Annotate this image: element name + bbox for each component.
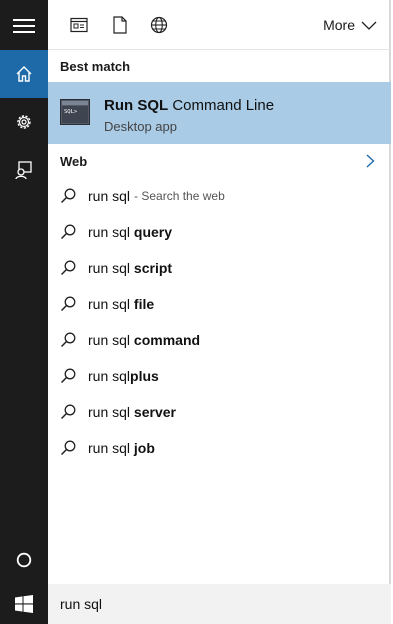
search-icon — [48, 188, 88, 204]
best-match-heading: Best match — [60, 59, 131, 74]
web-heading: Web — [60, 154, 88, 169]
svg-text:SQL>: SQL> — [64, 109, 78, 115]
web-suggestion-item[interactable]: run sqlplus — [48, 358, 391, 394]
apps-filter-icon — [70, 17, 88, 33]
web-suggestion-item[interactable]: run sql command — [48, 322, 391, 358]
web-suggestion-item[interactable]: run sql job — [48, 430, 391, 466]
suggestion-hint: - Search the web — [134, 189, 225, 203]
cortana-circle-icon — [16, 552, 32, 568]
home-icon — [16, 66, 32, 82]
web-expand-button[interactable] — [366, 154, 375, 173]
left-rail — [0, 0, 48, 584]
search-icon — [48, 404, 88, 420]
search-icon — [48, 260, 88, 276]
web-filter-button[interactable] — [148, 14, 170, 36]
apps-filter-button[interactable] — [68, 14, 90, 36]
windows-start-icon — [15, 595, 33, 613]
suggestion-text: run sql server — [88, 404, 176, 420]
settings-gear-icon — [17, 115, 31, 129]
cortana-button[interactable] — [0, 536, 48, 584]
best-match-result[interactable]: SQL> Run SQL Command Line Desktop app — [48, 82, 391, 144]
start-button[interactable] — [0, 584, 48, 624]
suggestion-text: run sql query — [88, 224, 173, 240]
best-match-title: Run SQL Command Line — [104, 97, 275, 114]
search-icon — [48, 368, 88, 384]
documents-filter-button[interactable] — [109, 14, 131, 36]
best-match-subtitle: Desktop app — [104, 119, 177, 134]
hamburger-menu-icon — [13, 19, 35, 33]
filter-toolbar: More — [48, 0, 391, 50]
feedback-icon — [15, 161, 32, 180]
search-icon — [48, 224, 88, 240]
search-results-panel: More Best match SQL> Run SQL Command Lin… — [48, 0, 391, 584]
search-box[interactable] — [48, 584, 391, 624]
more-label: More — [323, 17, 355, 33]
home-button[interactable] — [0, 50, 48, 98]
suggestion-text: run sql script — [88, 260, 173, 276]
sql-command-line-app-icon: SQL> — [60, 99, 90, 125]
web-suggestion-item[interactable]: run sql script — [48, 250, 391, 286]
documents-filter-icon — [113, 16, 127, 34]
suggestion-text: run sql — [88, 188, 131, 204]
feedback-button[interactable] — [0, 146, 48, 194]
suggestion-text: run sqlplus — [88, 368, 159, 384]
suggestion-text: run sql command — [88, 332, 201, 348]
web-filter-icon — [150, 16, 168, 34]
suggestion-text: run sql file — [88, 296, 155, 312]
settings-button[interactable] — [0, 98, 48, 146]
hamburger-menu-button[interactable] — [0, 2, 48, 50]
search-input[interactable] — [60, 592, 360, 616]
web-suggestion-item[interactable]: run sql file — [48, 286, 391, 322]
chevron-right-icon — [366, 154, 375, 168]
search-icon — [48, 296, 88, 312]
web-suggestion-item[interactable]: run sql query — [48, 214, 391, 250]
web-suggestion-item[interactable]: run sql - Search the web — [48, 178, 391, 214]
search-icon — [48, 440, 88, 456]
chevron-down-icon — [361, 21, 377, 30]
more-filters-button[interactable]: More — [323, 17, 377, 33]
search-icon — [48, 332, 88, 348]
web-suggestion-item[interactable]: run sql server — [48, 394, 391, 430]
suggestion-text: run sql job — [88, 440, 155, 456]
